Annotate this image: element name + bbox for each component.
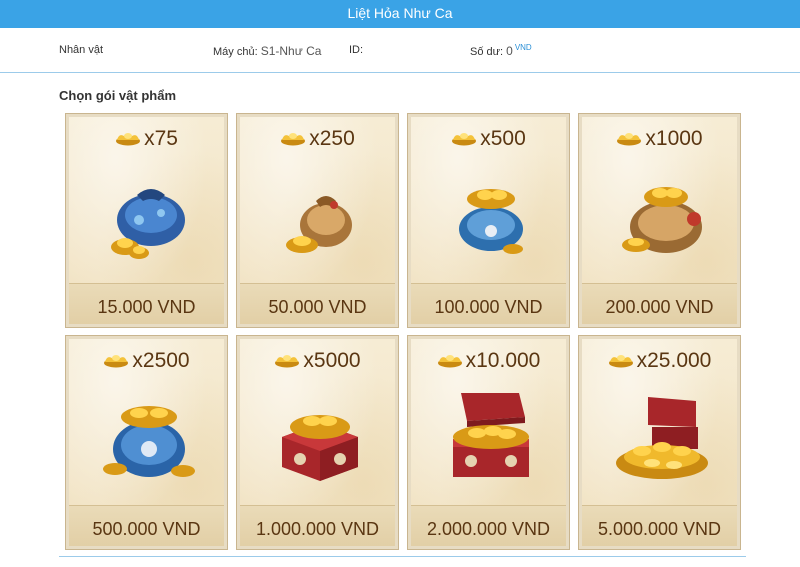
app-title: Liệt Hỏa Như Ca [347, 5, 453, 21]
character-label: Nhân vật [59, 44, 104, 56]
gold-ingot-icon [116, 133, 141, 146]
package-price: 1.000.000 VND [255, 519, 380, 539]
gold-ingot-icon [437, 355, 462, 368]
package-price: 200.000 VND [605, 297, 714, 317]
blue-gold-pouch-icon [459, 189, 523, 254]
package-price: 500.000 VND [92, 519, 201, 539]
bottom-divider [59, 556, 746, 557]
gold-ingot-icon [281, 133, 306, 146]
package-quantity-text: x500 [480, 127, 526, 150]
gold-ingot-icon [275, 355, 300, 368]
package-quantity: x25.000 [582, 349, 737, 373]
red-treasure-chest-icon [453, 393, 529, 477]
package-price: 50.000 VND [268, 297, 367, 317]
package-quantity-text: x75 [144, 127, 178, 150]
red-gold-box-icon [282, 415, 358, 481]
balance-value: 0 [506, 44, 513, 58]
account-info-bar: Nhân vật Máy chủ: S1-Như Ca ID: Số dư: 0… [0, 28, 800, 73]
package-quantity: x1000 [582, 127, 737, 151]
server-field: Máy chủ: S1-Như Ca [213, 44, 321, 58]
package-price: 100.000 VND [434, 297, 543, 317]
package-quantity: x5000 [240, 349, 395, 373]
package-quantity: x500 [411, 127, 566, 151]
package-quantity: x250 [240, 127, 395, 151]
server-value: S1-Như Ca [260, 44, 322, 58]
balance-unit: VND [514, 43, 532, 52]
package-card-6[interactable]: x5000 1.000.000 VND [236, 335, 399, 550]
package-price: 2.000.000 VND [426, 519, 551, 539]
package-price: 5.000.000 VND [597, 519, 722, 539]
character-field: Nhân vật [59, 44, 103, 56]
balance-label: Số dư: [470, 46, 504, 58]
package-quantity-text: x250 [309, 127, 355, 150]
section-title: Chọn gói vật phẩm [59, 88, 176, 103]
package-quantity-text: x10.000 [465, 349, 541, 372]
package-quantity-text: x25.000 [636, 349, 712, 372]
id-field: ID: [349, 44, 363, 56]
package-quantity-text: x1000 [645, 127, 703, 150]
balance-field: Số dư: 0 VND [470, 43, 532, 58]
gold-ingot-icon [452, 133, 477, 146]
package-card-7[interactable]: x10.000 2.000.000 VND [407, 335, 570, 550]
app-title-bar: Liệt Hỏa Như Ca [0, 0, 800, 28]
server-label: Máy chủ: [213, 46, 258, 58]
package-quantity: x2500 [69, 349, 224, 373]
package-quantity: x75 [69, 127, 224, 151]
package-card-2[interactable]: x250 50.000 VND [236, 113, 399, 328]
id-label: ID: [349, 44, 364, 56]
gold-ingot-icon [104, 355, 129, 368]
package-card-5[interactable]: x2500 500.000 VND [65, 335, 228, 550]
large-tan-pouch-icon [622, 187, 702, 253]
blue-pouch-icon [111, 189, 185, 259]
gold-ingot-icon [608, 355, 633, 368]
package-quantity-text: x5000 [303, 349, 361, 372]
package-card-8[interactable]: x25.000 5.000.000 VND [578, 335, 741, 550]
package-card-3[interactable]: x500 100.000 VND [407, 113, 570, 328]
package-card-4[interactable]: x1000 200.000 VND [578, 113, 741, 328]
package-price: 15.000 VND [97, 297, 196, 317]
tan-pouch-icon [286, 196, 352, 253]
gold-ingot-icon [617, 133, 642, 146]
package-card-1[interactable]: x75 15.000 VND [65, 113, 228, 328]
gold-pile-chest-icon [616, 397, 708, 479]
package-quantity-text: x2500 [132, 349, 190, 372]
blue-gold-sack-icon [103, 406, 195, 477]
package-quantity: x10.000 [411, 349, 566, 373]
